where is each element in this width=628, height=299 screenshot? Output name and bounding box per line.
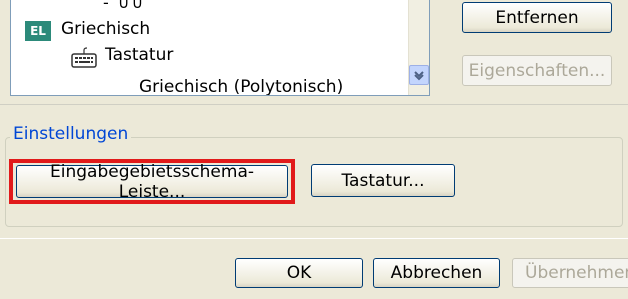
key-settings-button[interactable]: Tastatur... (311, 164, 455, 197)
list-item-language[interactable]: Griechisch (61, 19, 150, 39)
chevron-down-icon (414, 71, 424, 81)
scroll-down-button[interactable] (409, 65, 429, 85)
list-item-keyboard[interactable]: Tastatur (105, 45, 173, 65)
list-item-layout[interactable]: Griechisch (Polytonisch) (139, 77, 343, 95)
remove-button[interactable]: Entfernen (462, 2, 612, 33)
list-scrollbar[interactable] (408, 0, 429, 95)
ok-button[interactable]: OK (235, 258, 363, 288)
keyboard-icon (71, 47, 97, 68)
list-item-cutoff[interactable]: - ∪∪ (103, 0, 145, 12)
installed-services-list[interactable]: - ∪∪ EL Griechisch Tastatur Griechisch (… (10, 0, 430, 96)
footer-divider (0, 238, 628, 239)
cancel-button[interactable]: Abbrechen (373, 258, 500, 288)
language-bar-button[interactable]: Eingabegebietsschema-Leiste... (16, 162, 288, 202)
list-content: - ∪∪ EL Griechisch Tastatur Griechisch (… (11, 0, 409, 95)
divider (0, 104, 628, 105)
settings-group-title: Einstellungen (10, 124, 132, 144)
properties-button[interactable]: Eigenschaften... (462, 55, 612, 86)
language-badge: EL (25, 21, 51, 41)
apply-button[interactable]: Übernehmen (512, 258, 628, 288)
